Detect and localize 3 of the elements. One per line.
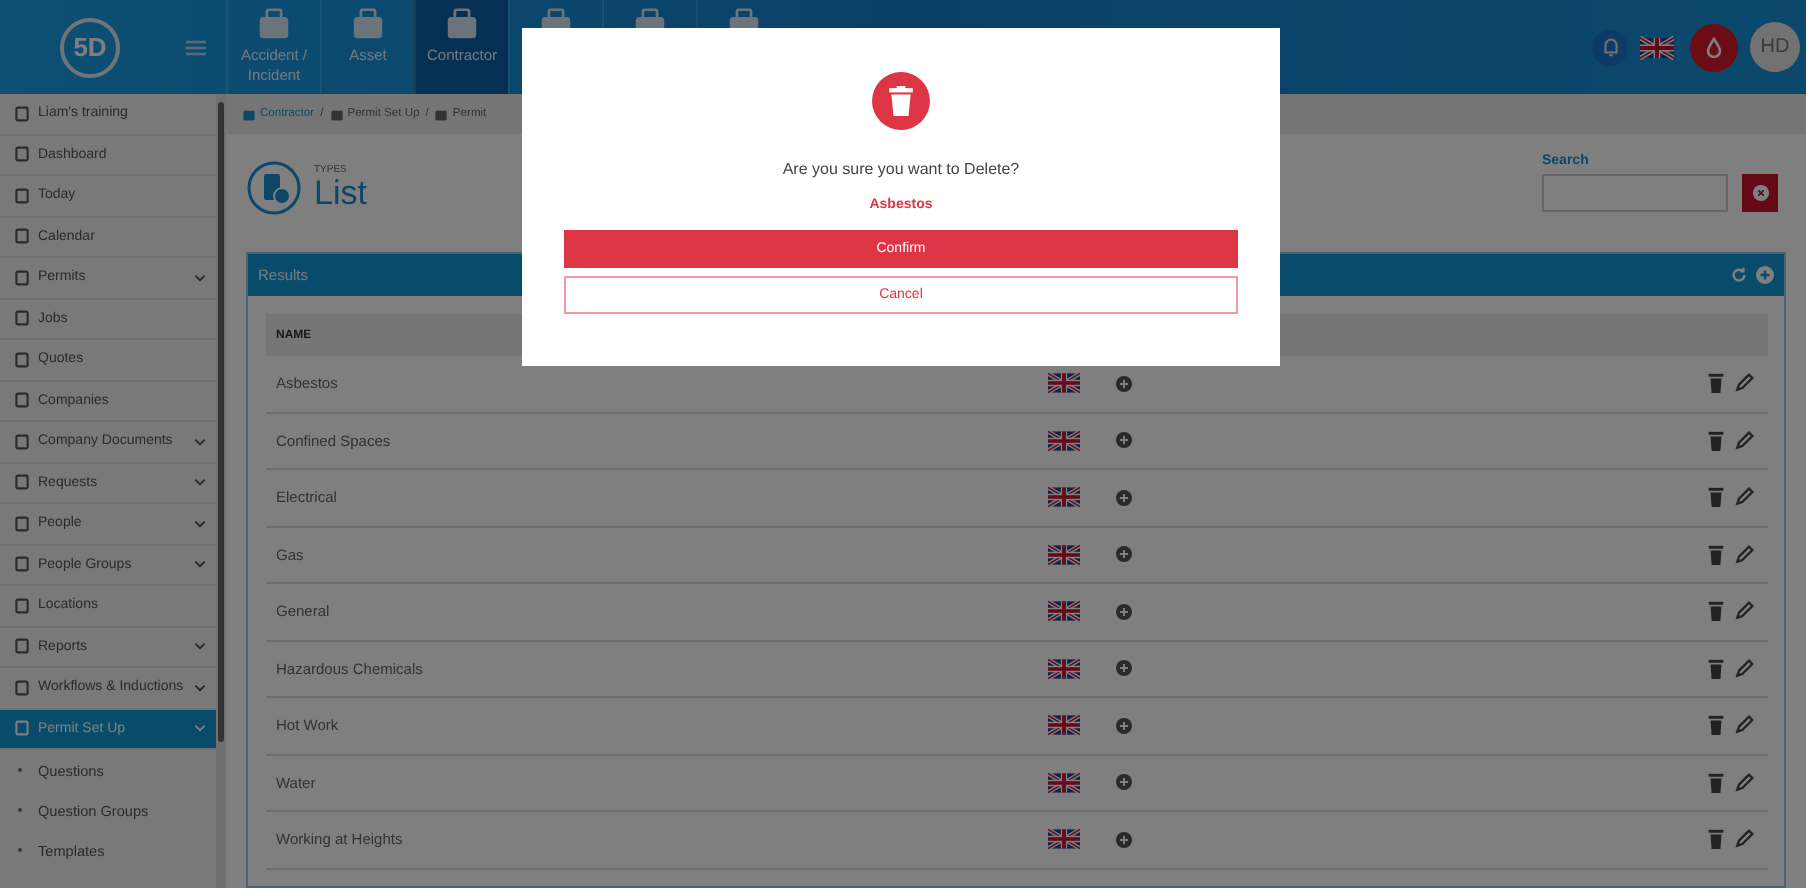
dialog-message: Are you sure you want to Delete? <box>782 160 1020 178</box>
logo[interactable]: 5D <box>60 17 120 77</box>
page-title: List <box>314 176 367 212</box>
